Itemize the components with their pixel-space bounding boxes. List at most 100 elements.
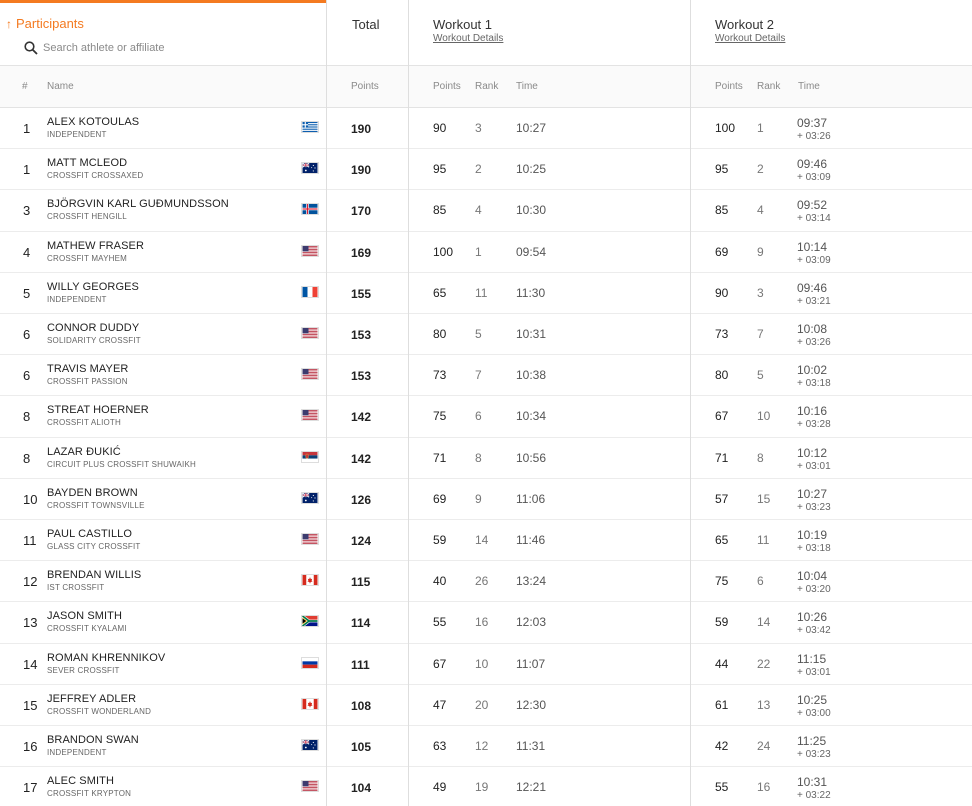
athlete-name[interactable]: BRANDON SWAN [47,734,139,746]
w2-time: 09:46 [797,157,828,172]
table-row[interactable]: 12 BRENDAN WILLIS IST CROSSFIT 115 40 26 13:24… [0,561,972,603]
workout1-title[interactable]: Workout 1 [433,17,492,32]
table-row[interactable]: 10 BAYDEN BROWN CROSSFIT TOWNSVILLE 126 69 9 1… [0,479,972,520]
table-row[interactable]: 4 MATHEW FRASER CROSSFIT MAYHEM 169 100 1 09:5… [0,232,972,273]
total-points: 142 [351,451,372,466]
table-row[interactable]: 8 STREAT HOERNER CROSSFIT ALIOTH 142 75 6 10:3… [0,396,972,438]
w1-time: 12:30 [516,697,547,712]
athlete-name[interactable]: JEFFREY ADLER [47,693,136,705]
w1-rank: 3 [475,121,482,135]
table-row[interactable]: 16 BRANDON SWAN INDEPENDENT 105 63 12 11:31 42 2… [0,726,972,768]
w2-rank: 3 [757,285,764,300]
column-divider [326,0,327,806]
athlete-affiliate: SOLIDARITY CROSSFIT [47,336,141,345]
athlete-name[interactable]: WILLY GEORGES [47,281,139,293]
participants-sort-button[interactable]: ↑ Participants [6,16,84,31]
w2-points: 44 [715,656,729,671]
table-row[interactable]: 5 WILLY GEORGES INDEPENDENT 155 65 11 11:30 90 3… [0,273,972,314]
table-row[interactable]: 1 MATT MCLEOD CROSSFIT CROSSAXED 190 95 2 10:2… [0,149,972,191]
w2-points: 71 [715,450,729,465]
w1-rank: 19 [475,780,489,795]
w2-time-diff: + 03:23 [797,749,831,760]
usa-flag-icon [301,780,319,793]
table-row[interactable]: 3 BJÖRGVIN KARL GUÐMUNDSSON CROSSFIT HENGI… [0,190,972,232]
athlete-name[interactable]: ROMAN KHRENNIKOV [47,652,165,664]
w1-points: 95 [433,162,447,177]
w2-time-diff: + 03:09 [797,254,831,266]
table-row[interactable]: 1 ALEX KOTOULAS INDEPENDENT 190 90 3 10:27 100 1… [0,108,972,150]
total-points: 142 [351,410,372,425]
w1-points: 63 [433,739,447,753]
usa-flag-icon [301,368,319,381]
w1-time: 11:31 [516,739,546,753]
w1-points: 67 [433,656,447,671]
total-points: 155 [351,286,372,301]
w2-points: 69 [715,244,729,259]
athlete-name[interactable]: BJÖRGVIN KARL GUÐMUNDSSON [47,198,229,210]
athlete-name[interactable]: BAYDEN BROWN [47,487,138,499]
w1-points: 47 [433,697,447,712]
table-row[interactable]: 11 PAUL CASTILLO GLASS CITY CROSSFIT 124 59 1… [0,520,972,562]
w1-time: 09:54 [516,244,547,259]
w1-points: 49 [433,780,447,795]
russia-flag-icon [301,656,319,669]
table-row[interactable]: 6 TRAVIS MAYER CROSSFIT PASSION 153 73 7 10:38… [0,355,972,397]
w2-rank: 7 [757,327,764,341]
w1-time-column-header: Time [516,81,538,92]
w1-rank: 5 [475,327,482,341]
athlete-name[interactable]: ALEX KOTOULAS [47,116,139,128]
w2-time-diff: + 03:14 [797,213,831,225]
athlete-name[interactable]: MATHEW FRASER [47,240,144,252]
workout2-title[interactable]: Workout 2 [715,17,774,32]
athlete-name[interactable]: MATT MCLEOD [47,157,127,169]
w1-points: 85 [433,203,447,218]
athlete-affiliate: CROSSFIT TOWNSVILLE [47,500,145,510]
table-row[interactable]: 6 CONNOR DUDDY SOLIDARITY CROSSFIT 153 80 5 10… [0,314,972,356]
w2-rank: 4 [757,203,764,218]
w1-time: 11:30 [516,285,546,300]
w2-time: 10:12 [797,445,828,460]
table-row[interactable]: 15 JEFFREY ADLER CROSSFIT WONDERLAND 108 47 2… [0,685,972,726]
total-column-title: Total [352,17,380,32]
athlete-rank: 17 [23,780,38,796]
canada-flag-icon [301,574,319,587]
w2-time-diff: + 03:23 [797,501,831,513]
athlete-rank: 6 [23,327,31,342]
table-row[interactable]: 17 ALEC SMITH CROSSFIT KRYPTON 104 49 19 12:21… [0,767,972,806]
iceland-flag-icon [301,203,319,216]
athlete-name[interactable]: STREAT HOERNER [47,404,149,416]
w1-time: 10:56 [516,450,547,465]
table-row[interactable]: 8 LAZAR ĐUKIĆ CIRCUIT PLUS CROSSFIT SHUWAI… [0,438,972,479]
w1-rank: 9 [475,491,482,506]
athlete-name[interactable]: ALEC SMITH [47,775,114,787]
australia-flag-icon [301,739,319,751]
athlete-rank: 6 [23,368,31,384]
athlete-affiliate: INDEPENDENT [47,294,107,304]
athlete-rank: 8 [23,450,31,466]
table-row[interactable]: 14 ROMAN KHRENNIKOV SEVER CROSSFIT 111 67 10 1… [0,644,972,685]
athlete-rank: 1 [23,121,31,136]
total-points: 124 [351,534,372,548]
w1-time: 10:31 [516,327,547,341]
name-column-header: Name [47,81,74,92]
athlete-name[interactable]: BRENDAN WILLIS [47,569,141,581]
athlete-name[interactable]: CONNOR DUDDY [47,322,139,334]
w1-points: 65 [433,285,447,300]
athlete-name[interactable]: TRAVIS MAYER [47,363,128,375]
athlete-name[interactable]: LAZAR ĐUKIĆ [47,446,121,458]
table-row[interactable]: 13 JASON SMITH CROSSFIT KYALAMI 114 55 16 12:0… [0,602,972,644]
total-points: 153 [351,369,372,384]
workout1-details-link[interactable]: Workout Details [433,33,503,44]
w2-time: 10:02 [797,363,828,378]
w1-rank: 14 [475,533,489,547]
athlete-name[interactable]: JASON SMITH [47,610,122,622]
w2-time: 10:25 [797,692,828,707]
search-box[interactable] [24,39,314,57]
athlete-rank: 5 [23,285,31,301]
athlete-affiliate: CROSSFIT CROSSAXED [47,171,144,181]
athlete-name[interactable]: PAUL CASTILLO [47,528,132,540]
athlete-rank: 12 [23,574,38,590]
search-input[interactable] [43,42,293,54]
workout2-details-link[interactable]: Workout Details [715,33,785,44]
athlete-affiliate: CIRCUIT PLUS CROSSFIT SHUWAIKH [47,459,196,469]
